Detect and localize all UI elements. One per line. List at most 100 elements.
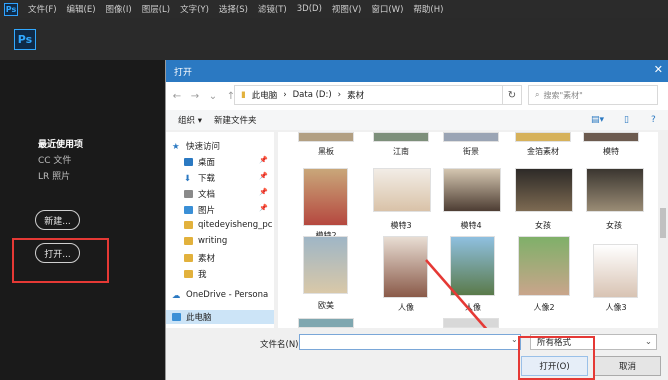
file-thumbnail[interactable] bbox=[373, 168, 431, 212]
refresh-icon[interactable]: ↻ bbox=[502, 85, 522, 105]
file-name: 女孩 bbox=[606, 221, 622, 230]
file-thumbnail[interactable] bbox=[373, 132, 429, 142]
file-thumbnail[interactable] bbox=[586, 168, 644, 212]
menu-3d[interactable]: 3D(D) bbox=[297, 4, 322, 14]
computer-icon bbox=[172, 313, 181, 321]
file-name: 黑板 bbox=[318, 147, 334, 156]
open-button[interactable]: 打开... bbox=[35, 243, 80, 263]
menu-filter[interactable]: 滤镜(T) bbox=[258, 3, 287, 15]
nav-label: qitedeyisheng_pc bbox=[198, 220, 273, 230]
file-thumbnail[interactable] bbox=[518, 236, 570, 296]
desktop-icon bbox=[184, 158, 193, 166]
menu-help[interactable]: 帮助(H) bbox=[413, 3, 443, 15]
menu-edit[interactable]: 编辑(E) bbox=[67, 3, 96, 15]
ps-logo: Ps bbox=[14, 29, 36, 50]
nav-label: 此电脑 bbox=[186, 313, 212, 323]
nav-label: OneDrive - Persona bbox=[186, 290, 269, 300]
menu-select[interactable]: 选择(S) bbox=[219, 3, 248, 15]
file-name: 江南 bbox=[393, 147, 409, 156]
nav-folder-writing[interactable]: writing bbox=[184, 236, 227, 246]
view-icon[interactable]: ▤▾ bbox=[591, 115, 604, 125]
file-name: 模特3 bbox=[390, 221, 412, 230]
filename-input[interactable] bbox=[299, 334, 521, 350]
nav-documents[interactable]: 文档 bbox=[184, 188, 215, 200]
nav-label: writing bbox=[198, 236, 228, 246]
home-left-panel: 最近使用项 CC 文件 LR 照片 新建... 打开... bbox=[0, 60, 165, 380]
file-thumbnail[interactable] bbox=[443, 132, 499, 142]
file-thumbnail[interactable] bbox=[593, 244, 638, 298]
file-name: 模特 bbox=[603, 147, 619, 156]
file-thumbnail[interactable] bbox=[298, 132, 354, 142]
menu-view[interactable]: 视图(V) bbox=[332, 3, 361, 15]
nav-onedrive[interactable]: ☁ OneDrive - Persona bbox=[172, 290, 269, 301]
nav-desktop[interactable]: 桌面 bbox=[184, 156, 215, 168]
nav-label: 桌面 bbox=[198, 158, 216, 168]
cloud-icon: ☁ bbox=[172, 291, 181, 301]
breadcrumb-drive[interactable]: Data (D:) bbox=[293, 90, 332, 100]
file-thumbnail[interactable] bbox=[298, 318, 354, 328]
menu-window[interactable]: 窗口(W) bbox=[371, 3, 403, 15]
address-bar[interactable]: ▮ 此电脑 › Data (D:) › 素材 bbox=[234, 85, 514, 105]
cc-files-link[interactable]: CC 文件 bbox=[38, 153, 71, 166]
recent-link[interactable]: 最近使用项 bbox=[38, 137, 83, 150]
menu-type[interactable]: 文字(Y) bbox=[180, 3, 209, 15]
chevron-down-icon: ⌄ bbox=[644, 337, 652, 347]
nav-folder-qitedeyisheng[interactable]: qitedeyisheng_pc bbox=[184, 220, 272, 230]
menu-layer[interactable]: 图层(L) bbox=[142, 3, 170, 15]
chevron-down-icon[interactable]: ⌄ bbox=[206, 91, 220, 102]
file-type-value: 所有格式 bbox=[537, 338, 572, 348]
nav-folder-sucai[interactable]: 素材 bbox=[184, 252, 215, 264]
photoshop-window: Ps 文件(F) 编辑(E) 图像(I) 图层(L) 文字(Y) 选择(S) 滤… bbox=[0, 0, 668, 380]
file-thumbnail[interactable] bbox=[443, 168, 501, 212]
menu-image[interactable]: 图像(I) bbox=[106, 3, 132, 15]
dialog-footer: 文件名(N): ⌄ 所有格式 ⌄ 打开(O) 取消 bbox=[166, 328, 668, 380]
download-icon: ⬇ bbox=[184, 174, 192, 184]
search-input[interactable]: ⌕ 搜索"素材" bbox=[528, 85, 658, 105]
nav-pictures[interactable]: 图片 bbox=[184, 204, 215, 216]
toolbar: 组织 ▾ 新建文件夹 ▤▾ ▯ ? bbox=[166, 110, 668, 130]
cancel-button[interactable]: 取消 bbox=[594, 356, 661, 376]
file-name: 金箔素材 bbox=[527, 147, 559, 156]
close-icon[interactable]: ✕ bbox=[654, 63, 663, 76]
nav-quick-access[interactable]: ★ 快速访问 bbox=[172, 140, 220, 152]
file-thumbnail[interactable] bbox=[303, 168, 348, 226]
forward-icon[interactable]: → bbox=[188, 91, 202, 102]
help-icon[interactable]: ? bbox=[651, 115, 656, 125]
pin-icon: 📌 bbox=[259, 188, 268, 196]
new-folder-button[interactable]: 新建文件夹 bbox=[214, 114, 257, 126]
breadcrumb-sep: › bbox=[283, 90, 287, 100]
nav-label: 图片 bbox=[198, 206, 216, 216]
ps-menu-logo: Ps bbox=[4, 2, 18, 16]
file-thumbnail[interactable] bbox=[303, 236, 348, 294]
nav-downloads[interactable]: ⬇ 下载 bbox=[184, 172, 215, 184]
menu-file[interactable]: 文件(F) bbox=[28, 3, 57, 15]
navigation-pane: ★ 快速访问 桌面 ⬇ 下载 文档 图片 qitedeyisheng_pc writ… bbox=[166, 132, 274, 328]
chevron-down-icon[interactable]: ⌄ bbox=[511, 335, 518, 344]
open-button[interactable]: 打开(O) bbox=[521, 356, 588, 376]
filename-label: 文件名(N): bbox=[260, 340, 302, 350]
folder-icon: ▮ bbox=[241, 90, 246, 100]
file-thumbnail[interactable] bbox=[515, 168, 573, 212]
lr-photos-link[interactable]: LR 照片 bbox=[38, 169, 70, 182]
breadcrumb-folder[interactable]: 素材 bbox=[347, 89, 364, 101]
nav-label: 文档 bbox=[198, 190, 216, 200]
file-thumbnail[interactable] bbox=[515, 132, 571, 142]
new-button[interactable]: 新建... bbox=[35, 210, 80, 230]
folder-icon bbox=[184, 237, 193, 245]
nav-this-pc[interactable]: 此电脑 bbox=[166, 310, 274, 324]
breadcrumb-pc[interactable]: 此电脑 bbox=[252, 89, 278, 101]
star-icon: ★ bbox=[172, 142, 180, 152]
nav-folder-wo[interactable]: 我 bbox=[184, 268, 207, 280]
organize-button[interactable]: 组织 ▾ bbox=[178, 114, 202, 126]
scrollbar-thumb[interactable] bbox=[660, 208, 666, 238]
search-placeholder: 搜索"素材" bbox=[543, 90, 583, 100]
search-icon: ⌕ bbox=[535, 90, 540, 99]
file-thumbnail[interactable] bbox=[583, 132, 639, 142]
nav-label: 下载 bbox=[198, 174, 216, 184]
back-icon[interactable]: ← bbox=[170, 91, 184, 102]
ps-home-header bbox=[0, 18, 668, 60]
breadcrumb-sep: › bbox=[337, 90, 342, 100]
file-type-select[interactable]: 所有格式 ⌄ bbox=[530, 334, 657, 350]
folder-icon bbox=[184, 221, 193, 229]
preview-pane-icon[interactable]: ▯ bbox=[624, 115, 629, 125]
